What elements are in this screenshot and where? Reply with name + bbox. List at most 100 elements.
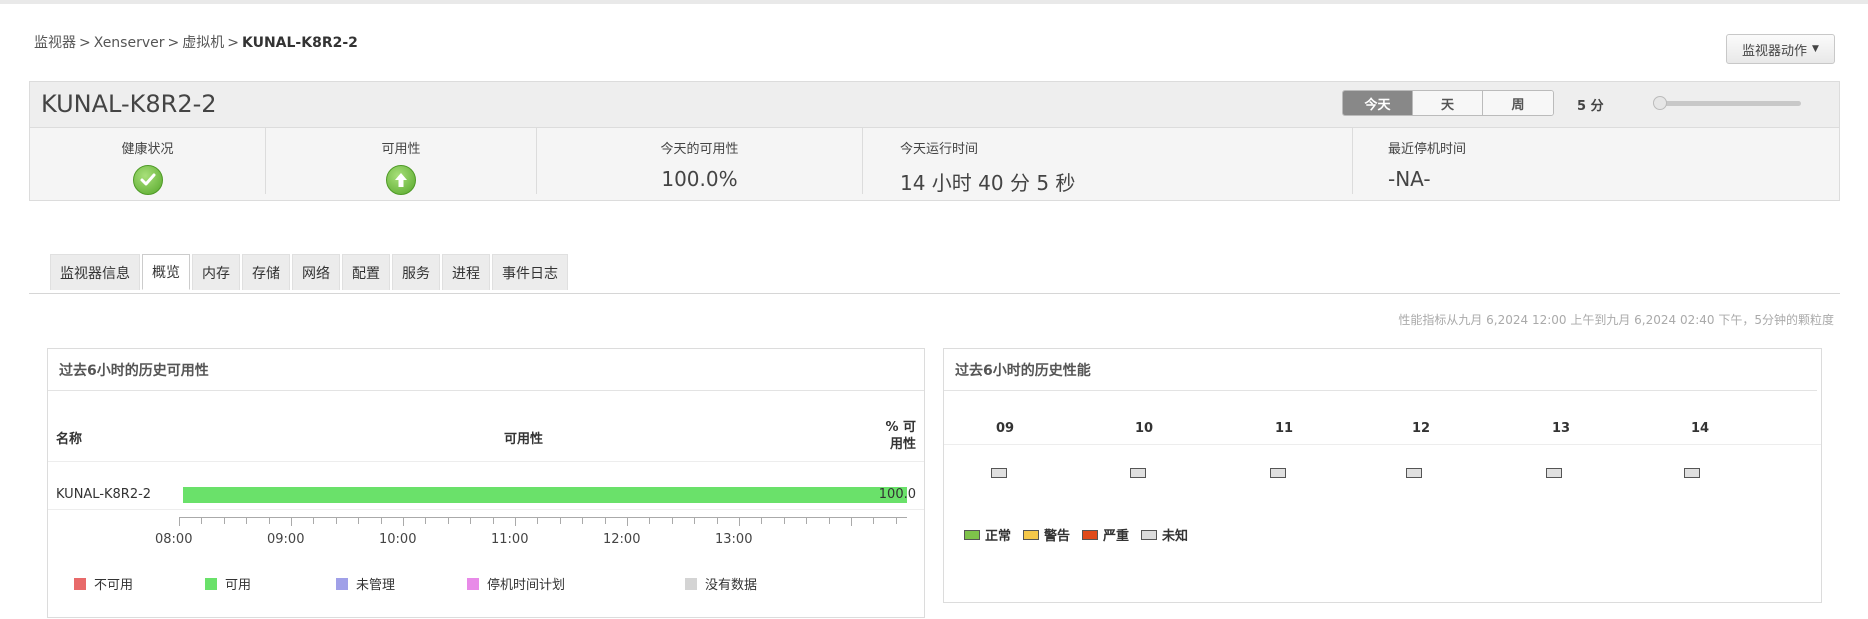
legend-available: 可用 <box>205 574 251 593</box>
header-divider <box>48 461 924 462</box>
time-label: 08:00 <box>155 532 193 547</box>
caret-down-icon: ▼ <box>1812 44 1819 54</box>
axis-tick <box>895 518 897 524</box>
column-header-availability: 可用性 <box>504 432 544 447</box>
axis-tick <box>559 518 561 524</box>
axis-tick <box>694 518 696 524</box>
interval-slider[interactable] <box>1653 96 1801 110</box>
availability-panel-title: 过去6小时的历史可用性 <box>59 363 209 379</box>
breadcrumb-current: KUNAL-K8R2-2 <box>241 35 358 51</box>
performance-cell[interactable] <box>991 468 1007 478</box>
tab-configuration[interactable]: 配置 <box>342 254 390 290</box>
legend-label: 没有数据 <box>705 578 758 593</box>
performance-cell[interactable] <box>1546 468 1562 478</box>
slider-handle[interactable] <box>1653 96 1667 110</box>
row-divider <box>48 509 924 510</box>
legend-label: 未管理 <box>356 578 396 593</box>
tabs-underline <box>29 293 1840 294</box>
breadcrumb-monitors[interactable]: 监视器 <box>34 35 76 51</box>
legend-swatch <box>1082 529 1099 540</box>
performance-cell[interactable] <box>1130 468 1146 478</box>
legend-swatch <box>964 529 980 540</box>
period-today-button[interactable]: 今天 <box>1343 91 1413 115</box>
performance-legend: 正常 警告 严重 未知 <box>964 525 1188 544</box>
panel-divider <box>48 390 924 391</box>
monitor-summary: KUNAL-K8R2-2 今天 天 周 5 分 健康状况 可用性 今天的可用性 <box>29 81 1840 201</box>
axis-tick <box>470 518 472 524</box>
legend-swatch <box>685 577 697 590</box>
time-axis <box>179 517 907 526</box>
time-label: 11:00 <box>491 532 529 547</box>
performance-cell[interactable] <box>1270 468 1286 478</box>
legend-swatch <box>1141 529 1158 540</box>
monitor-name-cell[interactable]: KUNAL-K8R2-2 <box>56 487 151 502</box>
hour-row-divider <box>944 444 1821 445</box>
health-stat: 健康状况 <box>30 128 265 200</box>
axis-tick <box>268 518 270 524</box>
axis-tick <box>582 518 584 524</box>
tab-processes[interactable]: 进程 <box>442 254 490 290</box>
axis-tick <box>783 518 785 524</box>
time-label: 13:00 <box>715 532 753 547</box>
check-icon <box>132 165 163 195</box>
axis-tick <box>291 518 292 526</box>
availability-history-panel: 过去6小时的历史可用性 名称 可用性 % 可 用性 KUNAL-K8R2-2 1… <box>47 348 925 618</box>
breadcrumb-separator: > <box>167 35 180 51</box>
breadcrumb-separator: > <box>227 35 239 51</box>
legend-no-data: 没有数据 <box>685 574 757 593</box>
legend-swatch <box>74 577 86 590</box>
axis-tick <box>201 518 203 524</box>
legend-label: 停机时间计划 <box>487 578 566 593</box>
axis-tick <box>246 518 248 524</box>
hour-label: 11 <box>1275 421 1294 436</box>
summary-header: KUNAL-K8R2-2 今天 天 周 5 分 <box>30 82 1839 128</box>
legend-swatch <box>205 577 217 590</box>
today-availability-value: 100.0% <box>661 167 738 191</box>
breadcrumb-xenserver[interactable]: Xenserver <box>94 35 165 51</box>
tab-storage[interactable]: 存储 <box>242 254 290 290</box>
legend-normal: 正常 <box>964 525 1011 544</box>
performance-cell[interactable] <box>1406 468 1422 478</box>
axis-tick <box>851 518 852 526</box>
period-selector: 今天 天 周 <box>1342 90 1554 116</box>
health-label: 健康状况 <box>121 142 174 157</box>
axis-tick <box>492 518 494 524</box>
axis-tick <box>313 518 315 524</box>
tab-overview[interactable]: 概览 <box>142 254 190 290</box>
axis-tick <box>447 518 449 524</box>
axis-tick <box>425 518 427 524</box>
axis-tick <box>761 518 763 524</box>
today-availability-stat: 今天的可用性 100.0% <box>537 128 862 200</box>
period-week-button[interactable]: 周 <box>1483 91 1553 115</box>
arrow-up-icon <box>386 165 416 195</box>
breadcrumb-vm[interactable]: 虚拟机 <box>182 35 224 51</box>
interval-label: 5 分 <box>1577 99 1604 114</box>
tab-event-log[interactable]: 事件日志 <box>492 254 568 290</box>
axis-tick <box>335 518 337 524</box>
tab-bar: 监视器信息 概览 内存 存储 网络 配置 服务 进程 事件日志 <box>50 254 568 290</box>
monitor-actions-button[interactable]: 监视器动作 ▼ <box>1726 34 1835 64</box>
axis-tick <box>380 518 382 524</box>
legend-unknown: 未知 <box>1141 525 1188 544</box>
performance-range-note: 性能指标从九月 6,2024 12:00 上午到九月 6,2024 02:40 … <box>1398 313 1834 327</box>
summary-body: 健康状况 可用性 今天的可用性 100.0% 今天运行时间 14 小时 40 分… <box>30 128 1839 201</box>
axis-tick <box>671 518 673 524</box>
panel-divider <box>944 390 1817 391</box>
legend-swatch <box>336 577 348 590</box>
legend-label: 不可用 <box>94 578 134 593</box>
tab-services[interactable]: 服务 <box>392 254 440 290</box>
tab-network[interactable]: 网络 <box>292 254 340 290</box>
legend-warning: 警告 <box>1023 525 1070 544</box>
period-day-button[interactable]: 天 <box>1413 91 1483 115</box>
today-availability-label: 今天的可用性 <box>660 142 739 157</box>
column-header-percent-line2: 用性 <box>889 437 916 452</box>
monitor-title: KUNAL-K8R2-2 <box>41 90 217 118</box>
performance-history-panel: 过去6小时的历史性能 09 10 11 12 13 14 正常 警告 严重 未知 <box>943 348 1822 603</box>
tab-monitor-info[interactable]: 监视器信息 <box>50 254 140 290</box>
hour-label: 13 <box>1552 421 1571 436</box>
breadcrumb: 监视器 > Xenserver > 虚拟机 > KUNAL-K8R2-2 <box>34 32 358 52</box>
performance-cell[interactable] <box>1684 468 1700 478</box>
axis-tick <box>358 518 360 524</box>
tab-memory[interactable]: 内存 <box>192 254 240 290</box>
axis-tick <box>806 518 808 524</box>
